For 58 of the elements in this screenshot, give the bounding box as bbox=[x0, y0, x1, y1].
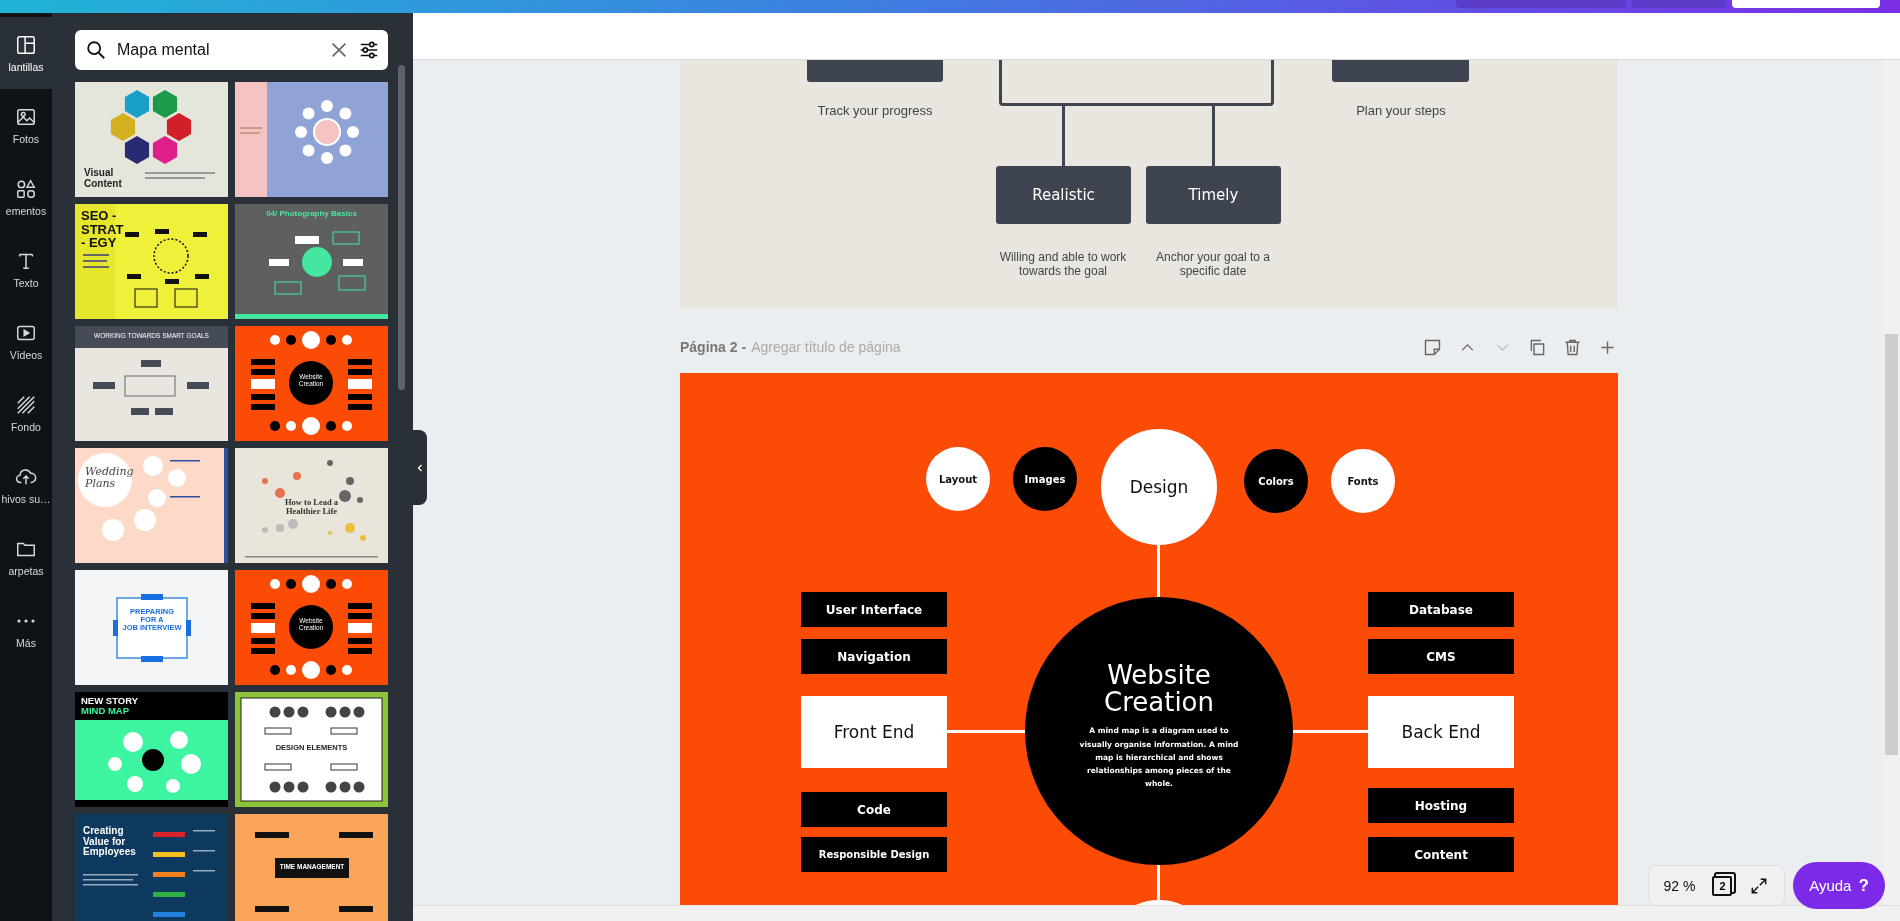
subtopic-node: Fonts bbox=[1331, 449, 1395, 513]
sidebar-item[interactable]: Fotos bbox=[0, 89, 52, 161]
subtopic-node: Layout bbox=[926, 447, 990, 511]
elements-icon bbox=[15, 177, 37, 200]
subtopic-node: User Interface bbox=[801, 592, 947, 627]
topic-node: Back End bbox=[1368, 696, 1514, 768]
templates-icon bbox=[15, 33, 37, 56]
scrollbar[interactable] bbox=[1883, 60, 1900, 905]
connector-line bbox=[1157, 545, 1160, 597]
page-number: Página 2 - bbox=[680, 339, 747, 355]
diagram-node: Timely bbox=[1146, 166, 1281, 224]
node-caption: Anchor your goal to a specific date bbox=[1154, 250, 1272, 278]
central-title: Website Creation bbox=[1103, 661, 1215, 717]
topic-node: Design bbox=[1101, 429, 1217, 545]
scrollbar[interactable] bbox=[398, 65, 405, 390]
connector-line bbox=[1212, 106, 1215, 166]
search-icon bbox=[85, 39, 107, 61]
diagram-node: Realistic bbox=[996, 166, 1131, 224]
filter-icon[interactable] bbox=[358, 39, 380, 61]
scrollbar[interactable] bbox=[413, 905, 1900, 921]
subtopic-node: Images bbox=[1013, 447, 1077, 511]
help-button[interactable]: Ayuda ? bbox=[1793, 862, 1885, 909]
template-thumbnail[interactable] bbox=[235, 82, 388, 197]
page-count-button[interactable]: 2 bbox=[1712, 875, 1733, 896]
template-thumbnail[interactable]: Creating Value for Employees bbox=[75, 814, 228, 921]
background-icon bbox=[15, 393, 37, 416]
subtopic-node: Colors bbox=[1244, 449, 1308, 513]
subtopic-node: Database bbox=[1368, 592, 1514, 627]
template-thumbnail[interactable]: 04/ Photography Basics bbox=[235, 204, 388, 319]
search-input[interactable]: Mapa mental bbox=[115, 40, 320, 60]
topic-node: Front End bbox=[801, 696, 947, 768]
node-caption: Willing and able to work towards the goal bbox=[998, 250, 1128, 278]
subtopic-node: Hosting bbox=[1368, 788, 1514, 823]
template-thumbnail[interactable]: Visual Content bbox=[75, 82, 228, 197]
subtopic-node: CMS bbox=[1368, 639, 1514, 674]
node-caption: Track your progress bbox=[816, 103, 934, 118]
search-field[interactable]: Mapa mental bbox=[75, 30, 388, 70]
subtopic-node: Navigation bbox=[801, 639, 947, 674]
more-icon bbox=[17, 618, 35, 623]
sidebar-item[interactable]: Vídeos bbox=[0, 305, 52, 377]
sidebar-item[interactable]: hivos su… bbox=[0, 449, 52, 521]
connector-line bbox=[1062, 106, 1065, 166]
sidebar-item[interactable]: lantillas bbox=[0, 17, 52, 89]
node-caption: Plan your steps bbox=[1355, 103, 1447, 118]
subtopic-node: Responsible Design bbox=[801, 837, 947, 872]
template-thumbnail[interactable]: NEW STORY MIND MAP bbox=[75, 692, 228, 807]
sidebar-item[interactable]: Texto bbox=[0, 233, 52, 305]
template-thumbnail[interactable]: How to Lead a Healthier Life bbox=[235, 448, 388, 563]
collapse-handle[interactable] bbox=[413, 430, 427, 505]
subtopic-node: Code bbox=[801, 792, 947, 827]
zoom-level[interactable]: 92 % bbox=[1663, 877, 1696, 894]
subtopic-node: Content bbox=[1368, 837, 1514, 872]
sidebar-item[interactable]: Fondo bbox=[0, 377, 52, 449]
template-thumbnail[interactable]: Wedding Plans bbox=[75, 448, 228, 563]
sidebar-item[interactable]: arpetas bbox=[0, 521, 52, 593]
sidebar-item[interactable]: Más bbox=[0, 593, 52, 665]
template-thumbnail[interactable]: SEO - STRAT - EGY bbox=[75, 204, 228, 319]
sidebar-item[interactable]: ementos bbox=[0, 161, 52, 233]
